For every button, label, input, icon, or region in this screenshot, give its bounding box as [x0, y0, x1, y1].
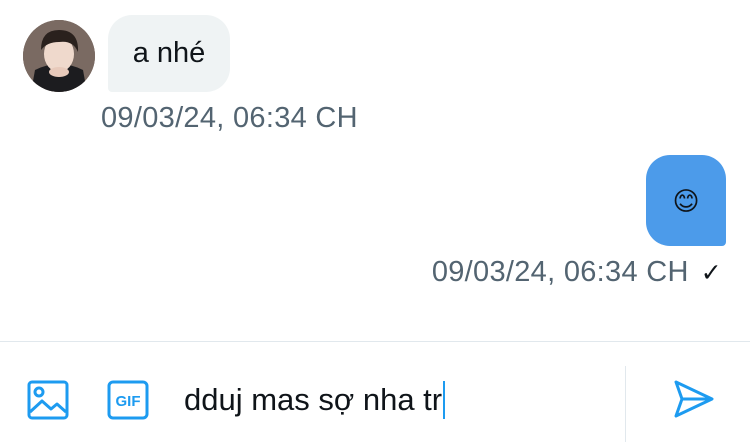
outgoing-message-meta: 09/03/24, 06:34 CH ✓: [432, 256, 722, 289]
add-gif-button[interactable]: GIF: [104, 378, 152, 422]
smiling-face-emoji: 😊: [672, 185, 700, 216]
avatar[interactable]: [23, 20, 95, 92]
composer-divider: [625, 366, 626, 442]
outgoing-message-timestamp: 09/03/24, 06:34 CH: [431, 256, 689, 288]
message-input[interactable]: dduj mas sợ nha tr: [184, 378, 604, 422]
avatar-image: [23, 20, 95, 92]
gif-icon-label: GIF: [116, 393, 141, 410]
message-input-text: dduj mas sợ nha tr: [184, 382, 443, 417]
sent-check-icon: ✓: [700, 258, 722, 287]
incoming-message-timestamp: 09/03/24, 06:34 CH: [101, 102, 358, 134]
send-icon: [674, 380, 714, 418]
text-caret: [443, 381, 446, 419]
incoming-message-text: a nhé: [132, 37, 206, 69]
incoming-message-bubble[interactable]: a nhé: [108, 15, 230, 92]
add-media-button[interactable]: [24, 378, 72, 422]
gif-icon: GIF: [107, 380, 149, 420]
send-button[interactable]: [670, 376, 718, 422]
message-composer: GIF dduj mas sợ nha tr: [0, 341, 750, 442]
outgoing-message-bubble[interactable]: 😊: [646, 155, 726, 246]
image-icon: [27, 380, 69, 420]
